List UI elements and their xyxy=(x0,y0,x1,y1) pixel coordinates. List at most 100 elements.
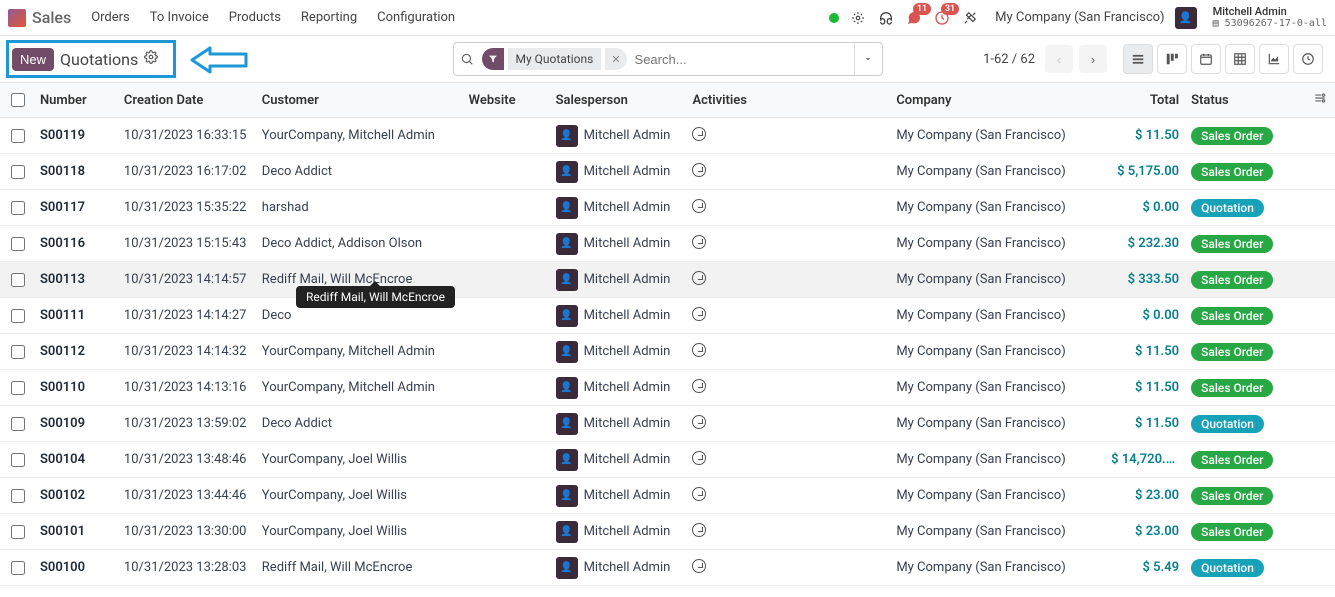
table-row[interactable]: S0010210/31/2023 13:44:46YourCompany, Jo… xyxy=(0,478,1335,514)
messaging-icon[interactable]: 11 xyxy=(905,9,923,27)
support-icon[interactable] xyxy=(877,9,895,27)
table-row[interactable]: S0010110/31/2023 13:30:00YourCompany, Jo… xyxy=(0,514,1335,550)
cell-number: S00119 xyxy=(36,128,124,143)
cell-activities[interactable] xyxy=(692,199,896,217)
col-header-company[interactable]: Company xyxy=(896,93,1111,108)
nav-configuration[interactable]: Configuration xyxy=(377,10,455,25)
col-header-website[interactable]: Website xyxy=(469,93,556,108)
cell-activities[interactable] xyxy=(692,127,896,145)
row-checkbox[interactable] xyxy=(11,489,25,503)
row-checkbox[interactable] xyxy=(11,273,25,287)
cell-number: S00109 xyxy=(36,416,124,431)
col-header-number[interactable]: Number xyxy=(36,93,124,108)
view-graph-button[interactable] xyxy=(1259,44,1289,74)
nav-products[interactable]: Products xyxy=(229,10,281,25)
row-checkbox[interactable] xyxy=(11,417,25,431)
cell-activities[interactable] xyxy=(692,271,896,289)
app-name[interactable]: Sales xyxy=(32,8,71,27)
view-activity-button[interactable] xyxy=(1293,44,1323,74)
row-checkbox[interactable] xyxy=(11,165,25,179)
table-row[interactable]: S0011310/31/2023 14:14:57Rediff Mail, Wi… xyxy=(0,262,1335,298)
user-menu[interactable]: Mitchell Admin ▤ 53096267-17-0-all xyxy=(1213,6,1327,29)
cell-status: Quotation xyxy=(1185,415,1305,433)
col-header-salesperson[interactable]: Salesperson xyxy=(556,93,693,108)
pager-prev-button[interactable]: ‹ xyxy=(1045,45,1073,73)
cell-activities[interactable] xyxy=(692,235,896,253)
user-avatar[interactable]: 👤 xyxy=(1175,7,1197,29)
cell-activities[interactable] xyxy=(692,559,896,577)
filter-remove-icon[interactable]: ✕ xyxy=(605,48,626,70)
tools-icon[interactable] xyxy=(961,9,979,27)
table-row[interactable]: S0011010/31/2023 14:13:16YourCompany, Mi… xyxy=(0,370,1335,406)
row-checkbox[interactable] xyxy=(11,201,25,215)
clock-icon xyxy=(692,559,706,573)
new-button[interactable]: New xyxy=(12,48,54,71)
cell-customer: YourCompany, Mitchell Admin xyxy=(262,128,469,143)
col-header-activities[interactable]: Activities xyxy=(692,93,896,108)
col-header-date[interactable]: Creation Date xyxy=(124,93,262,108)
row-checkbox[interactable] xyxy=(11,525,25,539)
debug-icon[interactable] xyxy=(849,9,867,27)
cell-customer: YourCompany, Mitchell Admin xyxy=(262,380,469,395)
table-row[interactable]: S0010010/31/2023 13:28:03Rediff Mail, Wi… xyxy=(0,550,1335,586)
pager-next-button[interactable]: › xyxy=(1079,45,1107,73)
row-checkbox[interactable] xyxy=(11,237,25,251)
cell-date: 10/31/2023 13:30:00 xyxy=(124,524,262,539)
row-checkbox[interactable] xyxy=(11,309,25,323)
col-header-total[interactable]: Total xyxy=(1111,93,1185,108)
activities-icon[interactable]: 31 xyxy=(933,9,951,27)
cell-total: $ 23.00 xyxy=(1111,524,1185,539)
search-box[interactable]: My Quotations ✕ xyxy=(453,42,883,76)
table-row[interactable]: S0010910/31/2023 13:59:02Deco Addict👤Mit… xyxy=(0,406,1335,442)
row-checkbox[interactable] xyxy=(11,345,25,359)
view-list-button[interactable] xyxy=(1123,44,1153,74)
salesperson-avatar: 👤 xyxy=(556,485,578,507)
table-row[interactable]: S0011110/31/2023 14:14:27Deco👤Mitchell A… xyxy=(0,298,1335,334)
table-row[interactable]: S0011210/31/2023 14:14:32YourCompany, Mi… xyxy=(0,334,1335,370)
company-selector[interactable]: My Company (San Francisco) xyxy=(995,10,1164,25)
cell-salesperson: 👤Mitchell Admin xyxy=(556,557,693,579)
search-options-toggle[interactable] xyxy=(854,43,882,75)
row-checkbox[interactable] xyxy=(11,381,25,395)
cell-salesperson: 👤Mitchell Admin xyxy=(556,233,693,255)
gear-icon[interactable] xyxy=(144,50,158,68)
search-input[interactable] xyxy=(627,52,854,67)
cell-salesperson: 👤Mitchell Admin xyxy=(556,485,693,507)
table-row[interactable]: S0011710/31/2023 15:35:22harshad👤Mitchel… xyxy=(0,190,1335,226)
nav-reporting[interactable]: Reporting xyxy=(301,10,357,25)
cell-salesperson: 👤Mitchell Admin xyxy=(556,377,693,399)
cell-activities[interactable] xyxy=(692,487,896,505)
cell-activities[interactable] xyxy=(692,379,896,397)
row-checkbox[interactable] xyxy=(11,453,25,467)
col-header-status[interactable]: Status xyxy=(1185,93,1305,108)
table-row[interactable]: S0011610/31/2023 15:15:43Deco Addict, Ad… xyxy=(0,226,1335,262)
cell-customer: YourCompany, Joel Willis xyxy=(262,524,469,539)
optional-columns-toggle[interactable] xyxy=(1305,91,1335,109)
table-row[interactable]: S0011910/31/2023 16:33:15YourCompany, Mi… xyxy=(0,118,1335,154)
cell-activities[interactable] xyxy=(692,451,896,469)
filter-label: My Quotations xyxy=(508,48,602,70)
view-pivot-button[interactable] xyxy=(1225,44,1255,74)
table-row[interactable]: S0011810/31/2023 16:17:02Deco Addict👤Mit… xyxy=(0,154,1335,190)
cell-number: S00101 xyxy=(36,524,124,539)
cell-activities[interactable] xyxy=(692,523,896,541)
nav-to-invoice[interactable]: To Invoice xyxy=(150,10,209,25)
salesperson-avatar: 👤 xyxy=(556,305,578,327)
row-checkbox[interactable] xyxy=(11,129,25,143)
table-row[interactable]: S0010410/31/2023 13:48:46YourCompany, Jo… xyxy=(0,442,1335,478)
cell-activities[interactable] xyxy=(692,307,896,325)
view-kanban-button[interactable] xyxy=(1157,44,1187,74)
cell-activities[interactable] xyxy=(692,343,896,361)
cell-status: Sales Order xyxy=(1185,451,1305,469)
select-all-checkbox[interactable] xyxy=(11,93,25,107)
cell-salesperson: 👤Mitchell Admin xyxy=(556,341,693,363)
col-header-customer[interactable]: Customer xyxy=(262,93,469,108)
row-checkbox[interactable] xyxy=(11,561,25,575)
nav-orders[interactable]: Orders xyxy=(91,10,130,25)
view-calendar-button[interactable] xyxy=(1191,44,1221,74)
cell-activities[interactable] xyxy=(692,415,896,433)
pager-label[interactable]: 1-62 / 62 xyxy=(983,52,1035,67)
cell-activities[interactable] xyxy=(692,163,896,181)
cell-status: Quotation xyxy=(1185,559,1305,577)
cell-company: My Company (San Francisco) xyxy=(896,524,1111,539)
